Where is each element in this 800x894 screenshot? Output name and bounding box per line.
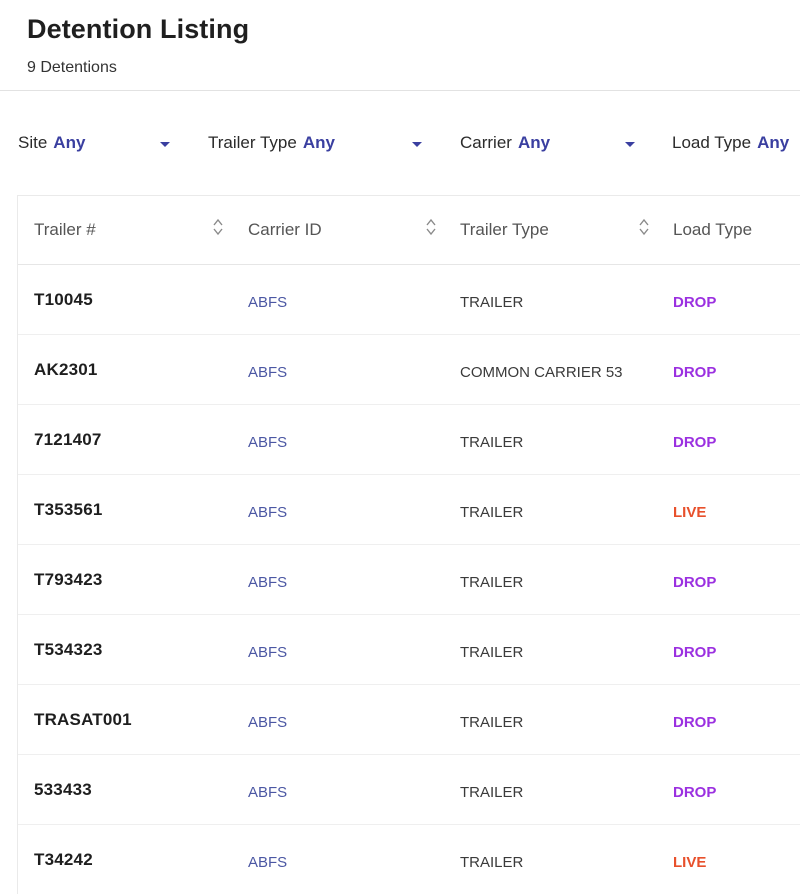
trailer-type: COMMON CARRIER 53	[460, 364, 623, 381]
carrier-id: ABFS	[248, 644, 288, 661]
trailer-number: T34242	[34, 850, 93, 869]
table-row[interactable]: T793423 ABFS TRAILER DROP	[18, 545, 800, 615]
trailer-type-filter[interactable]: Trailer Type Any	[208, 133, 428, 157]
carrier-filter[interactable]: Carrier Any	[460, 133, 640, 157]
trailer-type: TRAILER	[460, 504, 524, 521]
trailer-type: TRAILER	[460, 574, 524, 591]
trailer-type: TRAILER	[460, 714, 524, 731]
carrier-id: ABFS	[248, 364, 288, 381]
carrier-id: ABFS	[248, 574, 288, 591]
trailer-number: T10045	[34, 290, 93, 309]
trailer-number: T353561	[34, 500, 103, 519]
load-type: DROP	[673, 574, 717, 591]
sort-arrows-icon[interactable]	[426, 218, 436, 236]
sort-arrows-icon[interactable]	[213, 218, 223, 236]
load-type: LIVE	[673, 504, 707, 521]
site-filter-label: Site	[18, 133, 48, 152]
page-title: Detention Listing	[27, 14, 250, 44]
filter-bar: Site Any Trailer Type Any Carrier Any Load …	[0, 124, 800, 164]
load-type: DROP	[673, 714, 717, 731]
column-header-trailer[interactable]: Trailer #	[34, 220, 96, 240]
load-type-filter-label: Load Type	[672, 133, 752, 152]
load-type-filter-value[interactable]: Any	[757, 133, 789, 152]
load-type: LIVE	[673, 854, 707, 871]
detention-table: Trailer # Carrier ID Trailer Type Load T…	[17, 195, 800, 894]
carrier-id: ABFS	[248, 434, 288, 451]
trailer-number: AK2301	[34, 360, 98, 379]
table-row[interactable]: T534323 ABFS TRAILER DROP	[18, 615, 800, 685]
detention-listing-page: Detention Listing 9 Detentions Site Any T…	[0, 0, 800, 894]
table-row[interactable]: T353561 ABFS TRAILER LIVE	[18, 475, 800, 545]
column-header-trailer-type[interactable]: Trailer Type	[460, 220, 549, 240]
table-row[interactable]: T34242 ABFS TRAILER LIVE	[18, 825, 800, 894]
carrier-id: ABFS	[248, 504, 288, 521]
detention-count: 9 Detentions	[27, 59, 117, 76]
trailer-type-filter-value[interactable]: Any	[303, 133, 335, 152]
trailer-number: T534323	[34, 640, 103, 659]
carrier-filter-value[interactable]: Any	[518, 133, 550, 152]
column-header-carrier[interactable]: Carrier ID	[248, 220, 322, 240]
table-row[interactable]: T10045 ABFS TRAILER DROP	[18, 265, 800, 335]
column-header-load-type[interactable]: Load Type	[673, 220, 752, 240]
load-type: DROP	[673, 644, 717, 661]
site-filter[interactable]: Site Any	[18, 133, 178, 157]
table-row[interactable]: 7121407 ABFS TRAILER DROP	[18, 405, 800, 475]
load-type-filter[interactable]: Load Type Any	[672, 133, 800, 157]
chevron-down-icon[interactable]	[625, 142, 635, 147]
trailer-number: 7121407	[34, 430, 102, 449]
table-row[interactable]: TRASAT001 ABFS TRAILER DROP	[18, 685, 800, 755]
carrier-id: ABFS	[248, 714, 288, 731]
chevron-down-icon[interactable]	[412, 142, 422, 147]
carrier-id: ABFS	[248, 784, 288, 801]
trailer-number: 533433	[34, 780, 92, 799]
trailer-type: TRAILER	[460, 784, 524, 801]
chevron-down-icon[interactable]	[160, 142, 170, 147]
sort-arrows-icon[interactable]	[639, 218, 649, 236]
table-row[interactable]: 533433 ABFS TRAILER DROP	[18, 755, 800, 825]
table-header: Trailer # Carrier ID Trailer Type Load T…	[18, 196, 800, 265]
site-filter-value[interactable]: Any	[53, 133, 85, 152]
load-type: DROP	[673, 434, 717, 451]
trailer-type: TRAILER	[460, 434, 524, 451]
page-header: Detention Listing 9 Detentions	[0, 0, 800, 91]
load-type: DROP	[673, 784, 717, 801]
carrier-id: ABFS	[248, 294, 288, 311]
table-row[interactable]: AK2301 ABFS COMMON CARRIER 53 DROP	[18, 335, 800, 405]
carrier-filter-label: Carrier	[460, 133, 512, 152]
trailer-type: TRAILER	[460, 294, 524, 311]
carrier-id: ABFS	[248, 854, 288, 871]
trailer-type: TRAILER	[460, 644, 524, 661]
load-type: DROP	[673, 294, 717, 311]
trailer-type: TRAILER	[460, 854, 524, 871]
trailer-number: TRASAT001	[34, 710, 132, 729]
trailer-type-filter-label: Trailer Type	[208, 133, 297, 152]
load-type: DROP	[673, 364, 717, 381]
trailer-number: T793423	[34, 570, 103, 589]
